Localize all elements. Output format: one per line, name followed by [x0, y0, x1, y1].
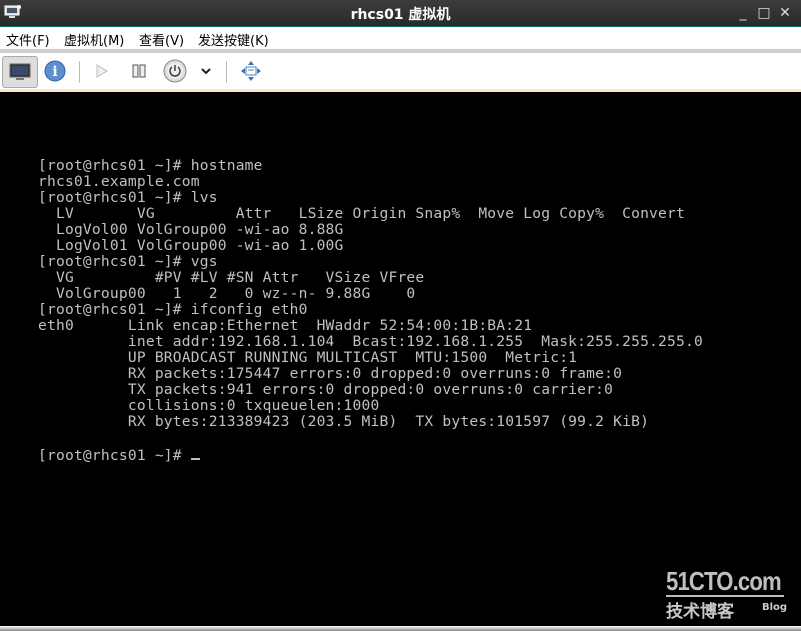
chevron-down-icon: [201, 68, 211, 75]
pause-icon: [132, 64, 146, 78]
close-button[interactable]: ✕: [777, 5, 793, 21]
toolbar: i: [0, 53, 801, 92]
menu-send-key[interactable]: 发送按键(K): [198, 30, 269, 49]
window-bottom-edge: [0, 626, 801, 631]
pause-button[interactable]: [128, 56, 150, 86]
window-titlebar: rhcs01 虚拟机 _ □ ✕: [0, 0, 801, 27]
terminal-output: [root@rhcs01 ~]# hostname rhcs01.example…: [38, 158, 703, 464]
watermark-blog: Blog: [762, 602, 788, 613]
info-icon: i: [44, 60, 66, 82]
run-button[interactable]: [90, 56, 112, 86]
window-title: rhcs01 虚拟机: [350, 7, 451, 23]
shutdown-button[interactable]: [162, 56, 188, 86]
menu-view[interactable]: 查看(V): [139, 30, 184, 49]
toolbar-separator: [226, 61, 227, 83]
terminal-cursor: [190, 446, 200, 460]
vm-console-screen[interactable]: [root@rhcs01 ~]# hostname rhcs01.example…: [0, 92, 801, 627]
minimize-button[interactable]: _: [735, 5, 751, 21]
maximize-button[interactable]: □: [756, 5, 772, 21]
play-icon: [96, 64, 108, 78]
power-icon: [163, 59, 187, 83]
monitor-icon: [9, 63, 31, 80]
toolbar-separator: [79, 61, 80, 83]
menu-vm[interactable]: 虚拟机(M): [64, 30, 124, 49]
console-button[interactable]: [2, 56, 38, 88]
watermark-logo: 51CTO.com: [666, 566, 782, 596]
menu-file[interactable]: 文件(F): [6, 30, 50, 49]
fullscreen-arrows-icon: [241, 61, 261, 81]
watermark: 51CTO.com 技术博客 Blog: [666, 566, 796, 626]
shutdown-menu-button[interactable]: [198, 56, 214, 86]
fullscreen-button[interactable]: [238, 56, 264, 86]
terminal-text: [root@rhcs01 ~]# hostname rhcs01.example…: [38, 157, 703, 464]
svg-text:i: i: [52, 64, 57, 80]
details-button[interactable]: i: [42, 56, 68, 86]
